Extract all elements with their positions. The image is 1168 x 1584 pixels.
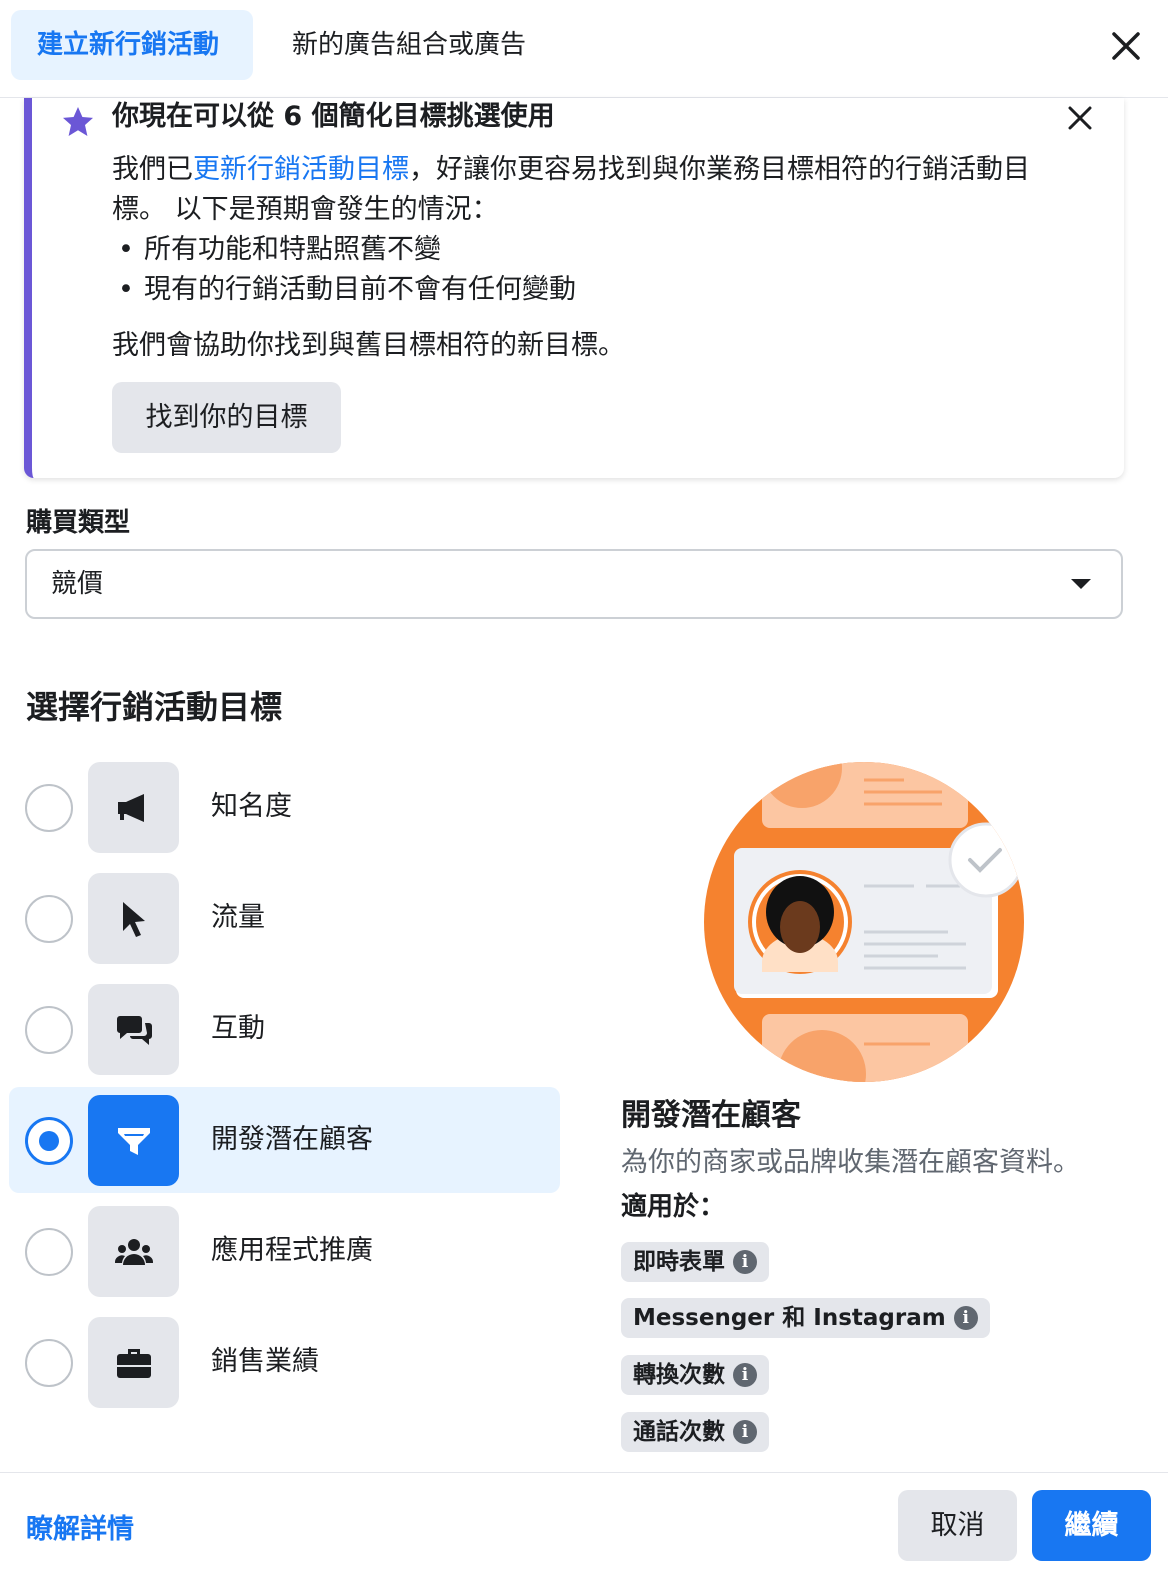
dialog-footer: 瞭解詳情 取消 繼續 [0, 1472, 1168, 1584]
lead-form-illustration [704, 762, 1024, 1082]
objective-sales[interactable]: 銷售業績 [9, 1309, 560, 1415]
objective-description-title: 開發潛在顧客 [621, 1098, 801, 1133]
applies-chip: Messenger 和 Instagram i [621, 1298, 990, 1338]
info-icon[interactable]: i [953, 1306, 978, 1330]
people-icon [88, 1206, 179, 1297]
continue-button[interactable]: 繼續 [1032, 1490, 1151, 1561]
close-icon[interactable] [1102, 22, 1150, 70]
objective-section-title: 選擇行銷活動目標 [26, 688, 283, 726]
info-icon[interactable]: i [733, 1420, 757, 1444]
buying-type-label: 購買類型 [26, 508, 131, 538]
chip-label: 轉換次數 [633, 1362, 725, 1388]
buying-type-select[interactable]: 競價 [25, 549, 1123, 619]
cursor-icon [88, 873, 179, 964]
radio-button[interactable] [25, 1339, 73, 1387]
notice-body: 我們已更新行銷活動目標，好讓你更容易找到與你業務目標相符的行銷活動目標。 以下是… [112, 150, 1072, 366]
megaphone-icon [88, 762, 179, 853]
notice-title: 你現在可以從 6 個簡化目標挑選使用 [112, 101, 555, 132]
applies-chip: 即時表單 i [621, 1242, 769, 1282]
radio-button[interactable] [25, 895, 73, 943]
objective-engagement[interactable]: 互動 [9, 976, 560, 1082]
notice-footer-text: 我們會協助你找到與舊目標相符的新目標。 [112, 330, 625, 361]
chip-label: Messenger 和 Instagram [633, 1305, 946, 1331]
notice-bullet-list: 所有功能和特點照舊不變 現有的行銷活動目前不會有任何變動 [112, 230, 1072, 310]
objective-label: 應用程式推廣 [211, 1235, 373, 1266]
objective-awareness[interactable]: 知名度 [9, 754, 560, 860]
update-objectives-link[interactable]: 更新行銷活動目標 [193, 154, 409, 185]
objectives-update-notice: 你現在可以從 6 個簡化目標挑選使用 我們已更新行銷活動目標，好讓你更容易找到與… [24, 98, 1124, 478]
chip-label: 通話次數 [633, 1419, 725, 1445]
objective-label: 開發潛在顧客 [211, 1124, 373, 1155]
cancel-button[interactable]: 取消 [898, 1490, 1017, 1561]
radio-button[interactable] [25, 1006, 73, 1054]
caret-down-icon [1071, 579, 1091, 589]
tab-new-ad-set-or-ad[interactable]: 新的廣告組合或廣告 [266, 10, 552, 80]
radio-button[interactable] [25, 1228, 73, 1276]
radio-button[interactable] [25, 784, 73, 832]
notice-body-prefix: 我們已 [112, 154, 193, 185]
objective-leads[interactable]: 開發潛在顧客 [9, 1087, 560, 1193]
learn-more-link[interactable]: 瞭解詳情 [26, 1507, 134, 1546]
tab-new-campaign[interactable]: 建立新行銷活動 [11, 10, 253, 80]
dialog-header: 建立新行銷活動 新的廣告組合或廣告 [0, 0, 1168, 98]
list-item: 所有功能和特點照舊不變 [112, 230, 1072, 270]
star-icon [63, 107, 93, 136]
objective-label: 銷售業績 [211, 1346, 319, 1377]
briefcase-icon [88, 1317, 179, 1408]
radio-button-selected[interactable] [25, 1117, 73, 1165]
objective-label: 知名度 [211, 791, 292, 822]
objective-traffic[interactable]: 流量 [9, 865, 560, 971]
info-icon[interactable]: i [733, 1250, 757, 1274]
info-icon[interactable]: i [733, 1363, 757, 1387]
buying-type-value: 競價 [51, 569, 104, 599]
objective-label: 流量 [211, 902, 265, 933]
chat-bubbles-icon [88, 984, 179, 1075]
chip-label: 即時表單 [633, 1249, 725, 1275]
list-item: 現有的行銷活動目前不會有任何變動 [112, 270, 1072, 310]
funnel-icon [88, 1095, 179, 1186]
objective-label: 互動 [211, 1013, 265, 1044]
applies-chip: 轉換次數 i [621, 1355, 769, 1395]
applies-chip: 通話次數 i [621, 1412, 769, 1452]
objective-app-promotion[interactable]: 應用程式推廣 [9, 1198, 560, 1304]
campaign-dialog: 建立新行銷活動 新的廣告組合或廣告 你現在可以從 6 個簡化目標挑選使用 我們已… [0, 0, 1168, 1584]
notice-close-icon[interactable] [1062, 100, 1098, 136]
applies-to-label: 適用於： [621, 1192, 726, 1222]
objective-description-text: 為你的商家或品牌收集潛在顧客資料。 [621, 1147, 1080, 1178]
find-your-objective-button[interactable]: 找到你的目標 [112, 382, 341, 453]
